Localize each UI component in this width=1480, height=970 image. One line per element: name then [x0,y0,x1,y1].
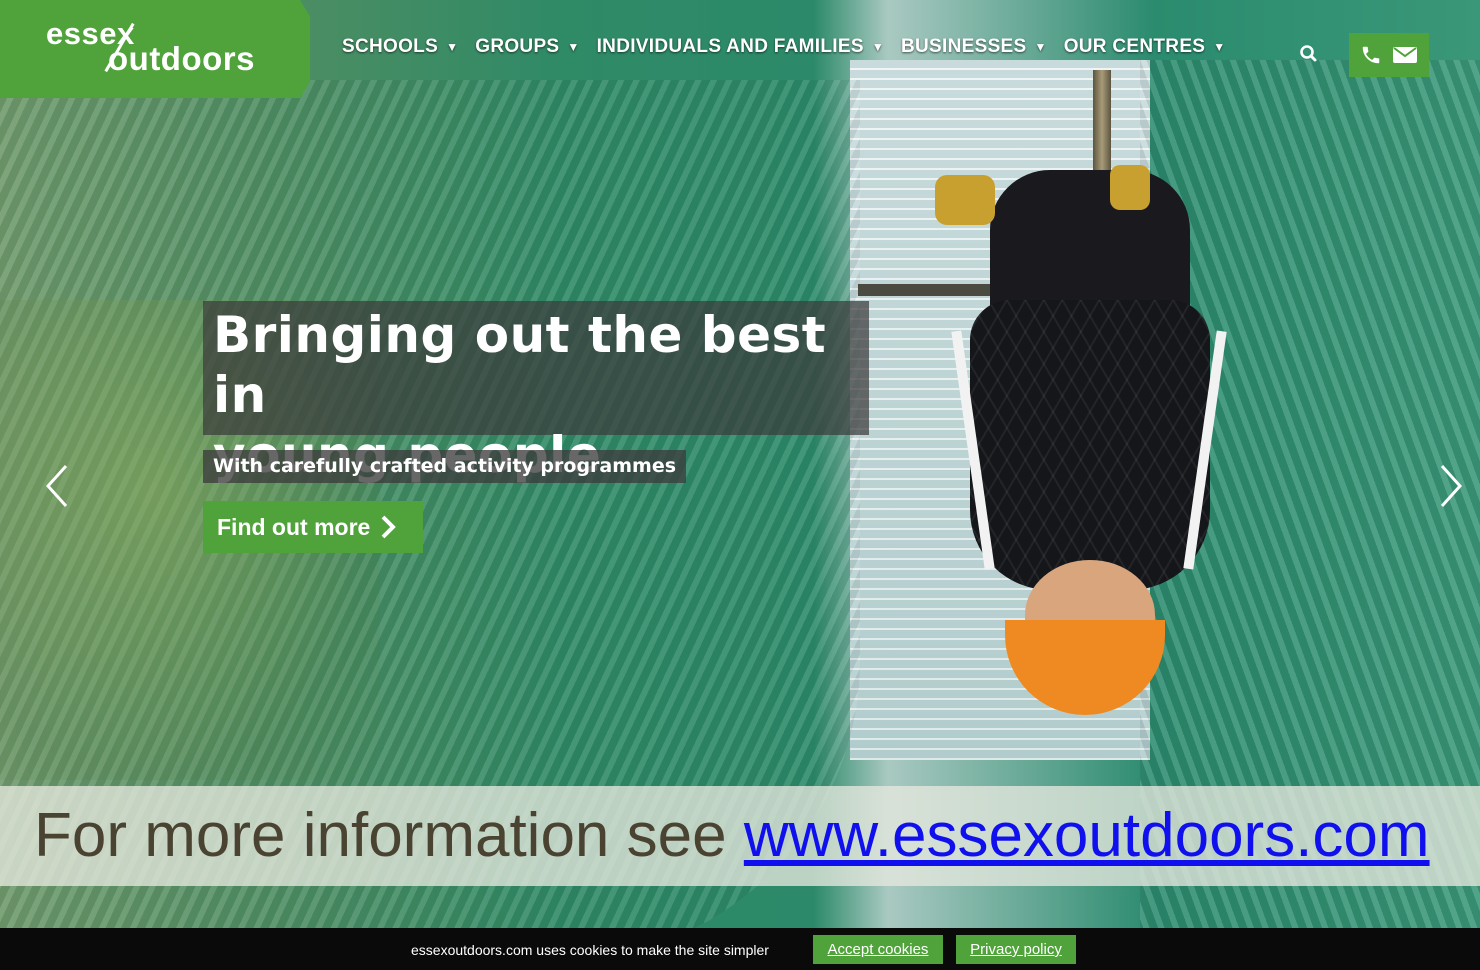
nav-label: SCHOOLS [342,36,439,57]
envelope-icon [1393,47,1417,63]
headline-line1: Bringing out the best in [213,306,827,424]
chevron-left-icon [45,464,68,508]
nav-item-groups[interactable]: GROUPS ▼ [475,36,579,58]
nav-label: BUSINESSES [901,36,1027,57]
caret-down-icon: ▼ [446,40,459,54]
nav-label: INDIVIDUALS AND FAMILIES [596,36,864,57]
hero-subheading: With carefully crafted activity programm… [203,450,687,483]
caret-down-icon: ▼ [1213,40,1226,54]
nav-item-individuals-families[interactable]: INDIVIDUALS AND FAMILIES ▼ [597,36,884,58]
phone-icon [1362,46,1380,64]
chevron-right-icon [1440,464,1463,508]
chevron-right-cta-icon [381,515,397,539]
accept-cookies-button[interactable]: Accept cookies [813,935,943,964]
cookie-message: essexoutdoors.com uses cookies to make t… [411,942,769,958]
caret-down-icon: ▼ [1034,40,1047,54]
cta-label: Find out more [217,513,371,540]
nav-label: GROUPS [475,36,560,57]
nav-label: OUR CENTRES [1063,36,1206,57]
website-link[interactable]: www.essexoutdoors.com [744,801,1430,870]
nav-item-schools[interactable]: SCHOOLS ▼ [342,36,458,58]
logo-text-bottom: outdoors [108,40,255,77]
privacy-policy-button[interactable]: Privacy policy [956,935,1076,964]
carousel-next-arrow[interactable] [1436,462,1466,510]
hero-person [935,150,1227,730]
info-prefix: For more information see [34,801,744,870]
carousel-prev-arrow[interactable] [42,462,72,510]
caret-down-icon: ▼ [567,40,580,54]
find-out-more-button[interactable]: Find out more [203,501,423,553]
hero-headline: Bringing out the best inyoung people [203,301,869,484]
nav-item-our-centres[interactable]: OUR CENTRES ▼ [1064,36,1226,58]
contact-button[interactable] [1349,33,1429,77]
nav-item-businesses[interactable]: BUSINESSES ▼ [901,36,1047,58]
main-nav: SCHOOLS ▼ GROUPS ▼ INDIVIDUALS AND FAMILIE… [342,36,1242,58]
info-text: For more information see www.essexoutdoo… [34,800,1430,871]
search-icon[interactable] [1296,41,1322,67]
caret-down-icon: ▼ [871,40,885,54]
